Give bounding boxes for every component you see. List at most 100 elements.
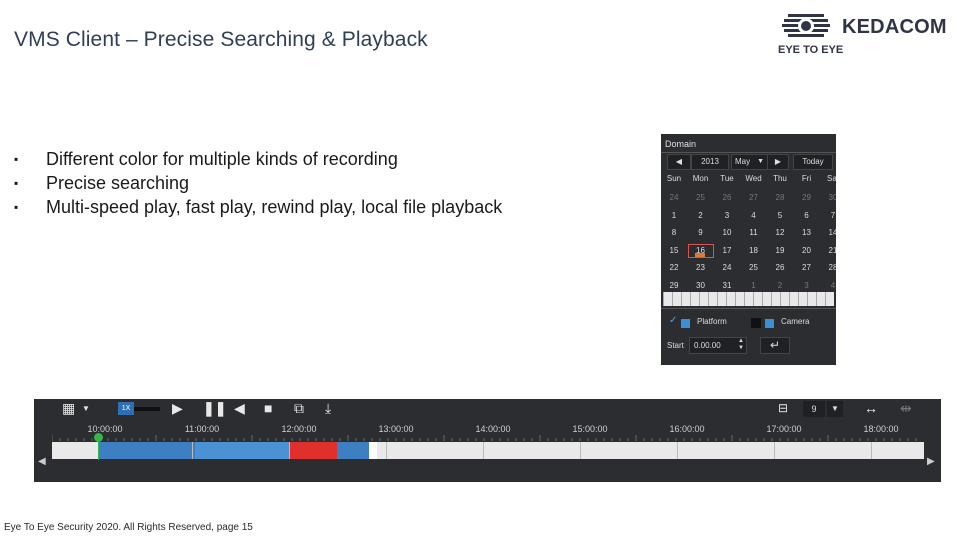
calendar-day[interactable]: 21 [820, 244, 836, 258]
calendar-day[interactable]: 28 [767, 191, 793, 205]
window-layout-icon[interactable]: ▦ [62, 400, 75, 416]
speed-indicator[interactable]: 1X [118, 402, 134, 415]
pause-icon[interactable]: ❚❚ [203, 400, 226, 416]
calendar-day[interactable]: 22 [661, 261, 687, 275]
scroll-left-icon[interactable]: ◀ [38, 456, 46, 467]
calendar-day[interactable]: 13 [794, 226, 820, 240]
checkmark-icon: ✓ [669, 315, 678, 326]
calendar-day[interactable]: 12 [767, 226, 793, 240]
rewind-icon[interactable]: ◀ [234, 400, 245, 416]
chevron-down-icon[interactable]: ▼ [827, 401, 843, 417]
calendar-day[interactable]: 14 [820, 226, 836, 240]
highlight-recording-segment[interactable] [195, 442, 289, 459]
calendar-day[interactable]: 24 [661, 191, 687, 205]
hour-gridline [871, 442, 872, 459]
calendar-day[interactable]: 29 [794, 191, 820, 205]
time-label: 14:00:00 [475, 424, 511, 434]
calendar-day[interactable]: 25 [741, 261, 767, 275]
calendar-day[interactable]: 31 [714, 279, 740, 293]
playhead-handle[interactable] [94, 433, 103, 442]
calendar-day[interactable]: 27 [794, 261, 820, 275]
bullet-marker-icon: ▪ [14, 200, 19, 214]
next-month-button[interactable]: ▶ [767, 154, 789, 170]
chevron-down-icon: ▼ [757, 158, 764, 165]
calendar-day[interactable]: 1 [661, 209, 687, 223]
prev-month-button[interactable]: ◀ [667, 154, 691, 170]
calendar-day[interactable]: 25 [688, 191, 714, 205]
weekday-label: Fri [801, 174, 812, 183]
bullet-marker-icon: ▪ [14, 176, 19, 190]
today-button[interactable]: Today [793, 154, 833, 170]
normal-recording-segment[interactable] [98, 442, 195, 459]
calendar-day[interactable]: 2 [767, 279, 793, 293]
calendar-day[interactable]: 20 [794, 244, 820, 258]
divider [661, 308, 836, 309]
scroll-right-icon[interactable]: ▶ [927, 456, 935, 467]
calendar-day[interactable]: 23 [688, 261, 714, 275]
calendar-day[interactable]: 28 [820, 261, 836, 275]
alarm-recording-segment[interactable] [289, 442, 337, 459]
hour-gridline [192, 442, 193, 459]
calendar-day[interactable]: 4 [820, 279, 836, 293]
calendar-day[interactable]: 19 [767, 244, 793, 258]
normal-recording-segment[interactable] [337, 442, 369, 459]
calendar-day[interactable]: 24 [714, 261, 740, 275]
time-label: 16:00:00 [669, 424, 705, 434]
recording-timeline-track[interactable] [52, 442, 924, 459]
calendar-day[interactable]: 9 [688, 226, 714, 240]
calendar-day[interactable]: 11 [741, 226, 767, 240]
collapse-timeline-icon[interactable]: ⇹ [900, 400, 912, 416]
calendar-day[interactable]: 27 [741, 191, 767, 205]
platform-checkbox[interactable] [681, 319, 690, 328]
feature-bullet-list: ▪ Different color for multiple kinds of r… [14, 148, 502, 220]
camera-checkbox[interactable] [765, 319, 774, 328]
expand-timeline-icon[interactable]: ↔ [864, 400, 878, 416]
calendar-day[interactable]: 29 [661, 279, 687, 293]
year-field[interactable]: 2013 [691, 154, 729, 170]
speed-slider[interactable] [134, 407, 160, 411]
camera-checkbox-frame [751, 318, 761, 328]
download-icon[interactable]: ⤓ [325, 400, 331, 416]
enter-button[interactable]: ↵ [760, 337, 790, 354]
start-time-input[interactable]: 0.00.00 ▲ ▼ [689, 337, 747, 354]
calendar-day-selected[interactable]: 16 [687, 243, 714, 258]
play-icon[interactable]: ▶ [172, 400, 183, 416]
bullet-text: Multi-speed play, fast play, rewind play… [46, 197, 503, 217]
calendar-day[interactable]: 4 [741, 209, 767, 223]
chevron-down-icon[interactable]: ▼ [82, 401, 90, 417]
hour-gridline [483, 442, 484, 459]
calendar-day[interactable]: 1 [741, 279, 767, 293]
bullet-text: Precise searching [46, 173, 190, 193]
calendar-day[interactable]: 15 [661, 244, 687, 258]
step-frame-icon[interactable]: ⧉ [294, 400, 304, 416]
divider [661, 152, 836, 153]
calendar-day[interactable]: 18 [741, 244, 767, 258]
calendar-day[interactable]: 30 [688, 279, 714, 293]
calendar-day[interactable]: 3 [794, 279, 820, 293]
calendar-day[interactable]: 26 [714, 191, 740, 205]
calendar-day[interactable]: 17 [714, 244, 740, 258]
calendar-day[interactable]: 8 [661, 226, 687, 240]
time-scale-icon[interactable]: ⊟ [778, 400, 788, 416]
calendar-day[interactable]: 26 [767, 261, 793, 275]
calendar-search-panel: Domain ◀ 2013 May ▼ ▶ Today Sun Mon Tue Wed T… [661, 134, 836, 365]
calendar-day[interactable]: 10 [714, 226, 740, 240]
spinner-icon[interactable]: ▲ ▼ [738, 338, 744, 352]
calendar-day[interactable]: 5 [767, 209, 793, 223]
month-select[interactable]: May ▼ [731, 154, 768, 170]
weekday-label: Wed [745, 174, 762, 183]
camera-label: Camera [781, 317, 810, 326]
slide-title: VMS Client – Precise Searching & Playbac… [14, 28, 428, 51]
calendar-day[interactable]: 2 [688, 209, 714, 223]
weekday-label: Sun [666, 174, 682, 183]
weekday-label: Mon [692, 174, 709, 183]
stop-icon[interactable]: ■ [264, 400, 272, 416]
zoom-level-select[interactable]: 9 [803, 401, 825, 417]
calendar-day[interactable]: 6 [794, 209, 820, 223]
calendar-day[interactable]: 3 [714, 209, 740, 223]
hour-gridline [289, 442, 290, 459]
calendar-day[interactable]: 7 [820, 209, 836, 223]
calendar-day[interactable]: 30 [820, 191, 836, 205]
start-time-value: 0.00.00 [694, 341, 721, 350]
time-label: 11:00:00 [184, 424, 220, 434]
